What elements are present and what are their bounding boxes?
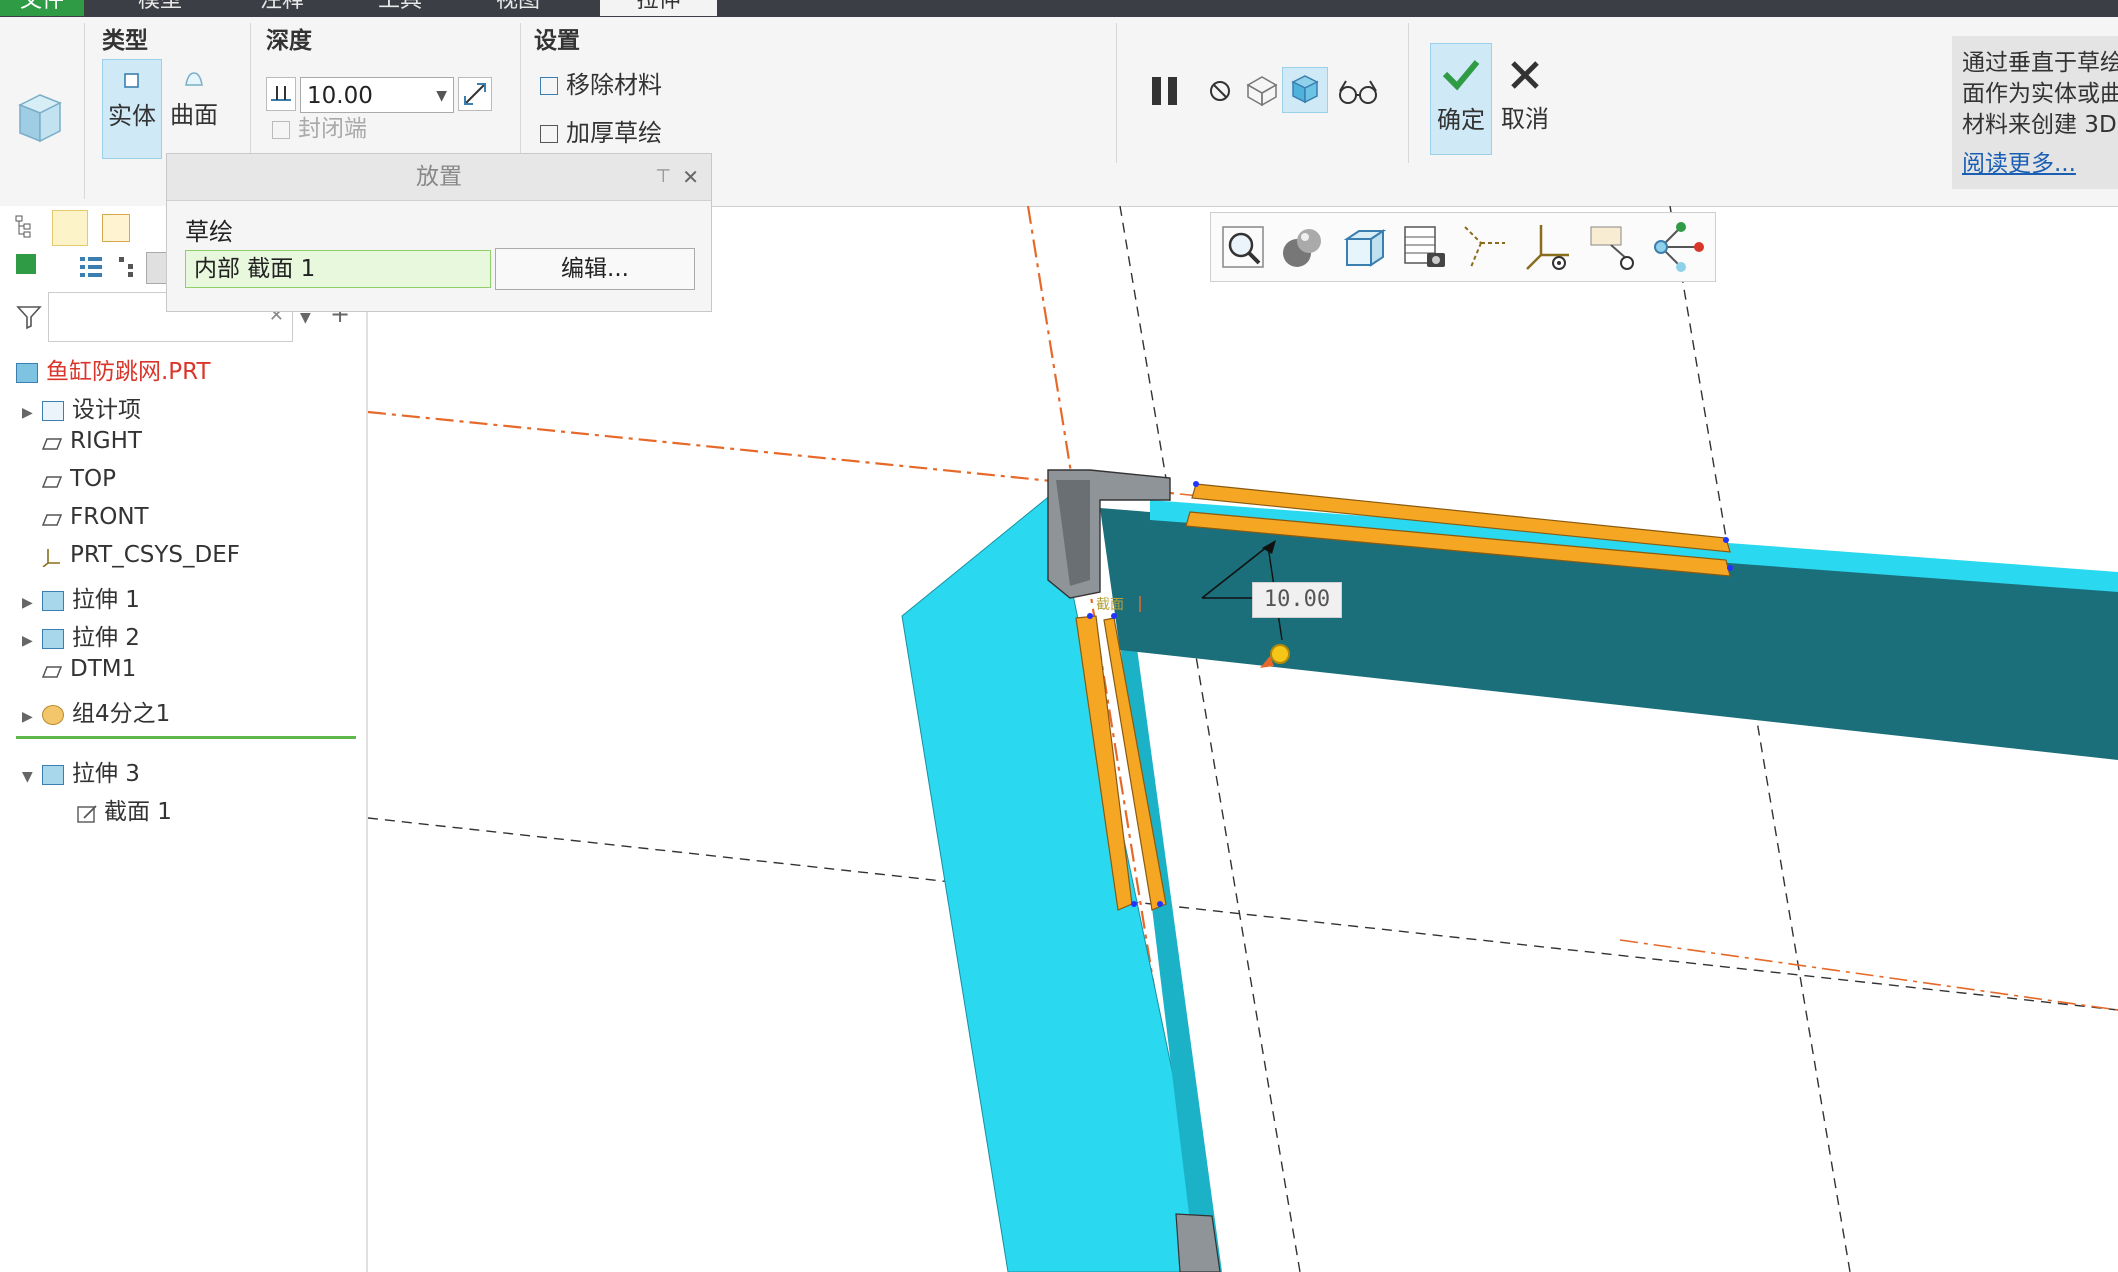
solid-icon: [103, 68, 161, 96]
read-more-link[interactable]: 阅读更多...: [1962, 149, 2118, 180]
help-line-2: 面作为实体或曲: [1962, 81, 2118, 107]
tree-item-csys[interactable]: PRT_CSYS_DEF: [42, 542, 240, 568]
tree-item-extrude-3[interactable]: ▼ 拉伸 3: [22, 754, 140, 788]
part-icon: [16, 362, 38, 383]
expand-arrow-icon[interactable]: ▶: [22, 405, 36, 421]
chevron-down-icon[interactable]: ▼: [300, 310, 311, 326]
placement-panel-title: 放置: [416, 164, 462, 190]
checkmark-icon: [1431, 54, 1491, 100]
extrude-feature-icon: [14, 85, 66, 149]
depth-group-label: 深度: [266, 28, 312, 54]
tree-item-design-items[interactable]: ▶ 设计项: [22, 390, 141, 424]
remove-material-toggle[interactable]: 移除材料: [540, 65, 662, 100]
design-items-icon: [42, 400, 64, 421]
layer-tree-icon[interactable]: [52, 210, 88, 246]
datum-plane-icon: [41, 661, 63, 679]
favorites-icon[interactable]: [102, 214, 130, 242]
tab-view[interactable]: 视图: [496, 0, 540, 16]
tree-columns-icon[interactable]: [78, 254, 104, 284]
depth-option-button[interactable]: [266, 77, 296, 111]
model-tree-icon[interactable]: [14, 212, 36, 244]
sketch-label: 草绘: [185, 218, 233, 246]
confirm-button[interactable]: 确定: [1430, 43, 1492, 155]
extrude-icon: [42, 590, 64, 611]
help-line-1: 通过垂直于草绘: [1962, 50, 2118, 76]
graphics-viewport[interactable]: 截面: [368, 206, 2118, 1272]
settings-group-label: 设置: [534, 28, 580, 54]
depth-value-input[interactable]: 10.00 ▼: [300, 77, 454, 113]
feature-preview-button[interactable]: [1282, 67, 1328, 113]
expand-arrow-icon[interactable]: ▶: [22, 633, 36, 649]
close-icon: [1494, 57, 1556, 99]
flip-direction-button[interactable]: [458, 77, 492, 111]
blind-depth-icon: [271, 86, 291, 101]
geometry-preview-icon[interactable]: [1244, 73, 1280, 113]
solid-button[interactable]: 实体: [102, 59, 162, 159]
edit-sketch-button[interactable]: 编辑...: [495, 248, 695, 290]
spin-center-icon[interactable]: [1651, 221, 1707, 277]
cancel-button[interactable]: 取消: [1494, 43, 1556, 153]
tree-item-right[interactable]: RIGHT: [41, 428, 142, 454]
sketch-tag: 截面: [1096, 597, 1124, 613]
feature-preview-icon: [1291, 75, 1319, 104]
tree-item-dtm1[interactable]: DTM1: [41, 656, 136, 682]
datum-display-icon[interactable]: [1461, 223, 1509, 275]
collapse-arrow-icon[interactable]: ▼: [22, 769, 36, 785]
tab-file[interactable]: 文件: [0, 0, 84, 16]
tree-item-extrude-1[interactable]: ▶ 拉伸 1: [22, 580, 140, 614]
chevron-down-icon[interactable]: ▼: [436, 78, 447, 114]
tree-root-part[interactable]: 鱼缸防跳网.PRT: [16, 352, 211, 386]
zoom-icon[interactable]: [1219, 223, 1267, 275]
csys-display-icon[interactable]: [1521, 221, 1573, 277]
extrude-icon: [42, 764, 64, 785]
no-preview-icon[interactable]: [1204, 75, 1236, 111]
render-style-icon[interactable]: [1279, 225, 1327, 273]
tree-item-extrude-2[interactable]: ▶ 拉伸 2: [22, 618, 140, 652]
view-manager-icon[interactable]: [1401, 223, 1449, 275]
annotation-display-icon[interactable]: [1587, 223, 1639, 275]
tab-annotate[interactable]: 注释: [260, 0, 304, 16]
datum-plane-icon: [41, 433, 63, 451]
group-icon: [42, 704, 64, 725]
view-toolbar: [1210, 212, 1716, 282]
tree-filter-icon[interactable]: [116, 254, 138, 284]
datum-plane-icon: [41, 509, 63, 527]
model-tree-panel: ✕ ▼ + 鱼缸防跳网.PRT ▶ 设计项 RIGHT TOP FRONT PRT…: [0, 206, 368, 1272]
help-panel: 通过垂直于草绘 面作为实体或曲 材料来创建 3D 阅读更多...: [1952, 36, 2118, 189]
surface-button[interactable]: 曲面: [164, 59, 224, 157]
thicken-sketch-toggle[interactable]: 加厚草绘: [540, 113, 662, 148]
pin-icon[interactable]: ⊤: [655, 154, 671, 200]
pause-icon[interactable]: [1146, 71, 1186, 115]
saved-views-icon[interactable]: [1339, 223, 1387, 275]
insert-here-marker[interactable]: [16, 736, 356, 739]
expand-arrow-icon[interactable]: ▶: [22, 595, 36, 611]
flip-direction-icon: [464, 83, 486, 105]
display-style-icon[interactable]: [16, 254, 36, 274]
tree-item-section-1[interactable]: 截面 1: [76, 792, 172, 826]
tree-item-front[interactable]: FRONT: [41, 504, 149, 530]
cap-ends-checkbox[interactable]: 封闭端: [272, 109, 367, 143]
tab-extrude[interactable]: 拉伸: [600, 0, 717, 16]
surface-icon: [164, 67, 224, 95]
help-line-3: 材料来创建 3D: [1962, 112, 2117, 138]
sketch-icon: [76, 804, 97, 823]
menu-bar: 文件 模型 注释 工具 视图 拉伸: [0, 0, 2118, 17]
extrude-icon: [42, 628, 64, 649]
depth-dimension-label[interactable]: 10.00: [1252, 582, 1342, 618]
type-group-label: 类型: [102, 28, 148, 54]
sketch-collector[interactable]: 内部 截面 1: [185, 250, 491, 288]
placement-panel: 放置 ⊤ ✕ 草绘 内部 截面 1 编辑...: [166, 153, 712, 312]
tree-item-top[interactable]: TOP: [41, 466, 116, 492]
glasses-icon[interactable]: [1336, 77, 1380, 111]
tree-item-group[interactable]: ▶ 组4分之1: [22, 694, 170, 728]
filter-icon[interactable]: [16, 304, 42, 334]
close-icon[interactable]: ✕: [682, 154, 699, 200]
coordinate-system-icon: [42, 547, 62, 568]
expand-arrow-icon[interactable]: ▶: [22, 709, 36, 725]
tab-tools[interactable]: 工具: [378, 0, 422, 16]
model-graphics[interactable]: [368, 206, 2118, 1272]
tab-model[interactable]: 模型: [138, 0, 182, 16]
datum-plane-icon: [41, 471, 63, 489]
